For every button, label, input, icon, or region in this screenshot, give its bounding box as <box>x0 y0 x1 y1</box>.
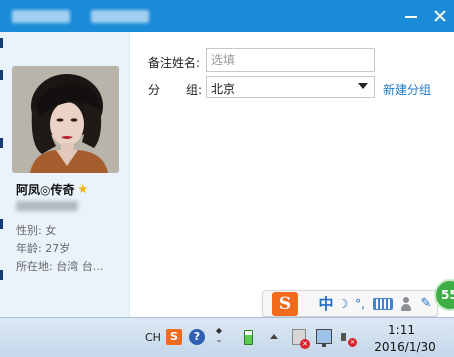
account-number-redacted <box>16 201 78 211</box>
sogou-tray-icon[interactable]: S <box>166 329 182 345</box>
age-info: 年龄: 27岁 <box>16 242 71 255</box>
chinese-mode-toggle[interactable]: 中 <box>317 294 335 314</box>
user-icon[interactable] <box>399 294 413 314</box>
language-indicator[interactable]: CH <box>145 331 161 344</box>
location-info: 所在地: 台湾 台... <box>16 260 104 273</box>
panel-edge-marker <box>0 138 3 148</box>
half-width-icon[interactable]: ☽ <box>336 294 350 314</box>
new-group-link[interactable]: 新建分组 <box>383 81 431 98</box>
panel-edge-marker <box>0 219 3 229</box>
clock-time[interactable]: 1:11 <box>385 323 418 337</box>
title-bar <box>0 0 454 32</box>
profile-panel: 阿凤◎传奇 ★ 性别: 女 年龄: 27岁 所在地: 台湾 台... <box>0 32 130 317</box>
wrench-icon[interactable]: ✎ <box>418 294 434 314</box>
star-icon: ★ <box>77 182 89 196</box>
sex-info: 性别: 女 <box>16 224 57 237</box>
avatar[interactable] <box>12 66 119 173</box>
help-icon[interactable]: ? <box>189 329 205 345</box>
ime-toolbar: S 中 ☽ °, ✎ <box>262 290 438 317</box>
keyboard-icon[interactable] <box>373 298 393 310</box>
show-hidden-icons-icon[interactable] <box>270 334 278 339</box>
group-selected-value: 北京 <box>211 82 236 96</box>
nickname: 阿凤◎传奇 <box>16 182 75 197</box>
action-center-error-icon[interactable] <box>292 329 310 349</box>
volume-muted-icon[interactable] <box>340 329 357 347</box>
group-label: 分 组: <box>148 81 202 98</box>
group-label-part1: 分 <box>148 83 161 97</box>
panel-edge-marker <box>0 70 3 80</box>
group-select[interactable]: 北京 <box>206 76 375 98</box>
title-name-redacted <box>12 10 70 23</box>
close-icon[interactable] <box>429 5 451 27</box>
remark-name-input[interactable] <box>206 48 375 72</box>
panel-edge-marker <box>0 38 3 48</box>
minimize-icon[interactable] <box>400 5 422 27</box>
taskbar: CH S ? ◆⌄ 1:11 2016/1/30 <box>0 317 454 357</box>
clock-date[interactable]: 2016/1/30 <box>370 340 440 354</box>
title-id-redacted <box>91 10 149 23</box>
sogou-logo-icon[interactable]: S <box>272 292 298 316</box>
chevron-down-icon[interactable] <box>358 83 368 89</box>
panel-edge-marker <box>0 270 3 280</box>
network-icon[interactable] <box>316 329 332 347</box>
remark-name-label: 备注姓名: <box>148 56 201 70</box>
avatar-photo <box>12 66 119 173</box>
nickname-row: 阿凤◎传奇 ★ <box>16 180 88 198</box>
ime-options-icon[interactable]: ◆ ⌄ <box>212 326 226 348</box>
punctuation-icon[interactable]: °, <box>353 294 367 314</box>
group-label-part2: 组: <box>186 83 203 97</box>
battery-icon[interactable] <box>244 330 253 345</box>
